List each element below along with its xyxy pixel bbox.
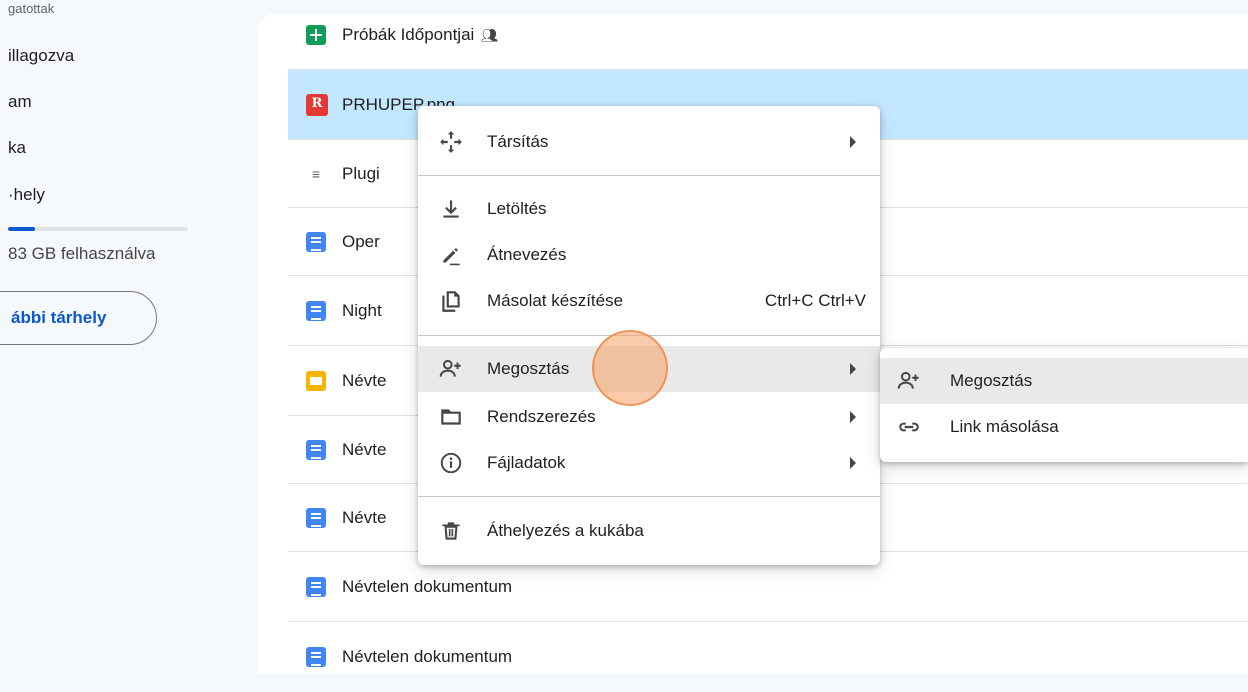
submenu-item-copy-link[interactable]: Link másolása [880,404,1248,450]
sidebar-item-spam[interactable]: am [8,87,32,117]
copy-icon [438,288,464,314]
shared-people-icon: 👥︎ [480,26,499,43]
file-name: Névtelen dokumentum [342,576,513,596]
menu-item-label: Átnevezés [487,245,567,264]
menu-divider [418,175,880,176]
menu-item-label: Rendszerezés [487,407,596,426]
cursor-click-highlight [592,330,668,406]
file-name: Plugi [342,163,380,183]
storage-usage-text: 83 GB felhasználva [8,244,156,263]
png-file-icon: R [306,93,328,116]
file-name: Oper [342,231,380,251]
slides-file-icon [306,370,326,391]
docs-file-icon [306,231,326,252]
menu-item-label: Másolat készítése [487,291,624,310]
file-row[interactable]: Próbák Időpontjai 👥︎ [288,0,1248,70]
menu-item-label: Áthelyezés a kukába [487,521,644,540]
docs-file-icon [306,439,326,460]
submenu-item-label: Link másolása [950,417,1059,436]
sidebar-item-starred[interactable]: illagozva [8,41,74,71]
file-name: Próbák Időpontjai 👥︎ [342,24,499,44]
menu-item-label: Letöltés [487,199,547,218]
trash-icon [438,518,464,544]
file-name: Névte [342,370,387,390]
submenu-arrow-icon [850,363,856,375]
get-more-storage-button[interactable]: ábbi tárhely [0,291,157,345]
docs-file-icon [306,300,326,321]
submenu-arrow-icon [850,411,856,423]
menu-item-download[interactable]: Letöltés [418,186,880,232]
menu-item-rename[interactable]: Átnevezés [418,232,880,278]
download-icon [438,196,464,222]
person-add-icon [896,368,922,394]
menu-item-label: Fájladatok [487,453,566,472]
file-row[interactable]: Névtelen dokumentum [288,622,1248,692]
sidebar-item-trash[interactable]: ka [8,133,26,163]
file-name: Night [342,300,382,320]
text-file-icon: ≡ [311,165,321,182]
docs-file-icon [306,647,326,667]
menu-item-make-copy[interactable]: Másolat készítése Ctrl+C Ctrl+V [418,278,880,324]
storage-progress-fill [8,227,35,231]
file-name: Névte [342,507,387,527]
rename-pencil-icon [438,242,464,268]
menu-item-label: Megosztás [487,359,570,378]
move-arrows-icon [438,129,464,155]
sidebar: gatottak illagozva am ka ·hely 83 GB fel… [0,0,258,674]
menu-item-move-to-trash[interactable]: Áthelyezés a kukába [418,508,880,554]
menu-divider [418,496,880,497]
docs-file-icon [306,507,326,528]
submenu-arrow-icon [850,457,856,469]
person-add-icon [438,356,464,382]
sidebar-item-partial[interactable]: gatottak [8,0,54,24]
menu-item-label: Társítás [487,132,549,151]
submenu-item-label: Megosztás [950,371,1033,390]
keyboard-shortcut: Ctrl+C Ctrl+V [764,291,866,310]
file-name: Névtelen dokumentum [342,647,513,666]
storage-progress-bar [8,227,188,231]
submenu-arrow-icon [850,136,856,148]
menu-item-file-info[interactable]: Fájladatok [418,440,880,486]
link-icon [896,414,922,440]
docs-file-icon [306,576,326,597]
sheets-file-icon [306,24,326,45]
info-icon [438,450,464,476]
submenu-item-share[interactable]: Megosztás [880,358,1248,404]
folder-icon [438,404,464,430]
menu-item-open-with[interactable]: Társítás [418,119,880,165]
sidebar-item-storage[interactable]: ·hely [8,180,45,210]
share-submenu: Megosztás Link másolása [880,348,1248,462]
file-name: Névte [342,439,387,459]
